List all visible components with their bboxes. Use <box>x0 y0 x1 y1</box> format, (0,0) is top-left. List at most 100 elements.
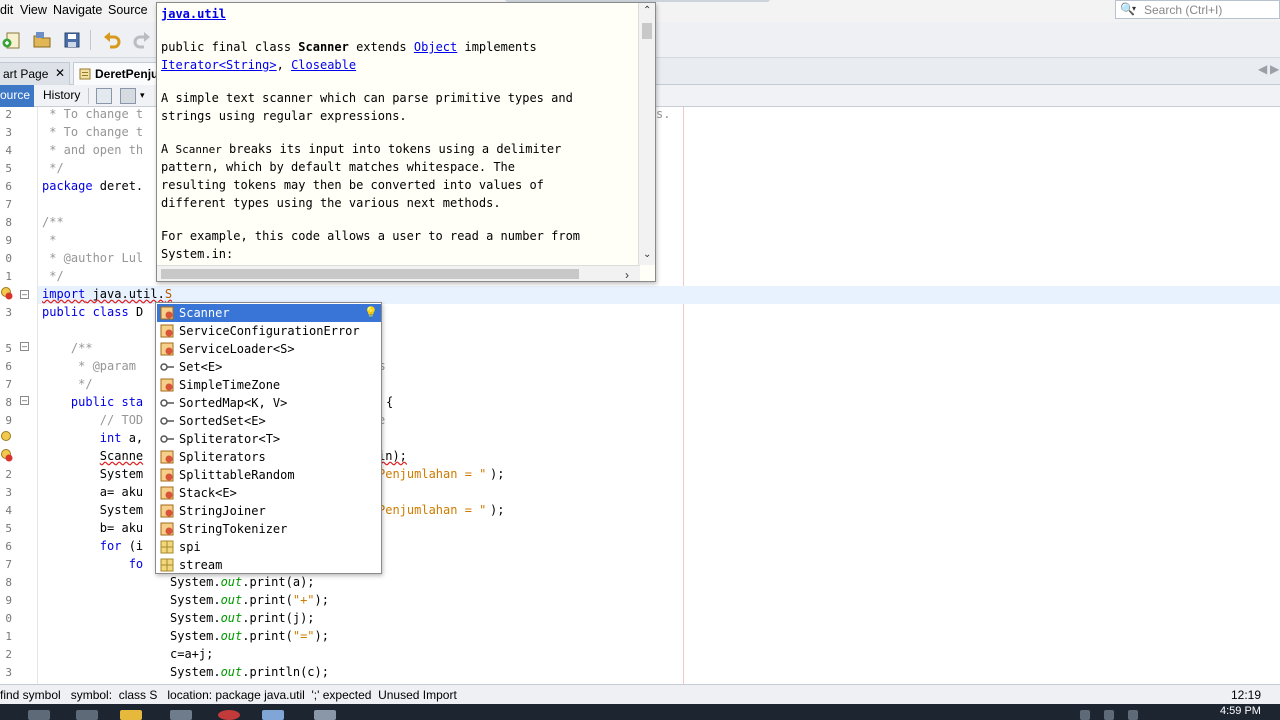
chevron-down-icon: ▾ <box>1132 4 1137 13</box>
scroll-up-icon[interactable]: ⌃ <box>643 5 651 16</box>
scroll-right-icon[interactable]: › <box>625 268 629 281</box>
tab-scroll-left-icon[interactable]: ◀ <box>1258 62 1267 76</box>
class-icon <box>160 450 174 464</box>
source-tab[interactable]: ource <box>0 85 34 107</box>
code-line: */ <box>42 161 64 175</box>
javadoc-text: resulting tokens may then be converted i… <box>161 178 544 192</box>
javadoc-text: A simple text scanner which can parse pr… <box>161 91 573 105</box>
menu-navigate[interactable]: Navigate <box>53 3 102 17</box>
hint-bulb-icon[interactable] <box>0 431 13 444</box>
search-icon[interactable] <box>28 710 50 720</box>
tab-scroll-right-icon[interactable]: ▶ <box>1270 62 1279 76</box>
taskbar-clock[interactable]: 4:59 PM <box>1220 705 1261 717</box>
chevron-down-icon[interactable]: ▾ <box>140 90 145 101</box>
object-link[interactable]: Object <box>414 40 457 54</box>
open-project-icon[interactable] <box>32 30 52 50</box>
save-all-icon[interactable] <box>62 30 82 50</box>
class-icon <box>160 522 174 536</box>
line-number: 8 <box>5 576 12 589</box>
caret-position: 12:19 <box>1231 688 1262 702</box>
app-icon[interactable] <box>314 710 336 720</box>
line-number: 5 <box>5 342 12 355</box>
completion-item[interactable]: Spliterators <box>157 448 381 466</box>
completion-item[interactable]: SortedSet<E> <box>157 412 381 430</box>
code-line: public class D <box>42 305 144 319</box>
line-number-gutter: 2 3 4 5 6 7 8 9 0 1 3 5 6 7 8 9 2 3 4 5 … <box>0 107 38 684</box>
completion-item[interactable]: StringJoiner <box>157 502 381 520</box>
javadoc-popup[interactable]: java.util public final class Scanner ext… <box>156 2 656 282</box>
line-number: 7 <box>5 198 12 211</box>
code-line: * @paramnts <box>42 359 386 373</box>
iterator-link[interactable]: Iterator< <box>161 58 226 72</box>
code-line: fo <box>42 557 144 571</box>
tab-start-page[interactable]: art Page ✕ <box>0 62 70 85</box>
scrollbar-thumb[interactable] <box>161 269 579 279</box>
line-number: 7 <box>5 558 12 571</box>
completion-item[interactable]: ServiceLoader<S> <box>157 340 381 358</box>
javadoc-vertical-scrollbar[interactable]: ⌃ ⌄ <box>638 3 655 265</box>
completion-item[interactable]: Stack<E> <box>157 484 381 502</box>
package-icon <box>160 540 174 554</box>
completion-item[interactable]: stream <box>157 556 381 573</box>
menu-source[interactable]: Source <box>108 3 148 17</box>
netbeans-icon[interactable] <box>262 710 284 720</box>
tray-icon[interactable] <box>1128 710 1138 720</box>
close-icon[interactable]: ✕ <box>55 66 65 80</box>
last-edit-icon[interactable] <box>96 88 112 104</box>
code-line: System Penjumlahan = "); <box>42 503 505 517</box>
tray-icon[interactable] <box>1080 710 1090 720</box>
javadoc-text: A Scanner breaks its input into tokens u… <box>161 142 562 156</box>
completion-item[interactable]: Scanner 💡 <box>157 304 381 322</box>
code-completion-list[interactable]: Scanner 💡 ServiceConfigurationError Serv… <box>155 302 382 574</box>
code-line: System.out.print("+"); <box>170 593 329 607</box>
class-icon <box>160 468 174 482</box>
code-line: /** <box>42 341 93 355</box>
store-icon[interactable] <box>170 710 192 720</box>
completion-item[interactable]: SimpleTimeZone <box>157 376 381 394</box>
redo-icon[interactable] <box>132 30 152 50</box>
line-number: 9 <box>5 234 12 247</box>
completion-item[interactable]: SortedMap<K, V> <box>157 394 381 412</box>
fold-toggle[interactable]: – <box>20 396 29 405</box>
code-line: for (i <box>42 539 144 553</box>
error-bulb-icon[interactable] <box>0 287 13 300</box>
navigate-back-icon[interactable] <box>120 88 136 104</box>
lightbulb-icon[interactable]: 💡 <box>364 306 378 319</box>
history-tab[interactable]: History <box>36 85 87 107</box>
line-number: 8 <box>5 396 12 409</box>
scrollbar-thumb[interactable] <box>642 23 652 39</box>
completion-item[interactable]: SplittableRandom <box>157 466 381 484</box>
file-explorer-icon[interactable] <box>120 710 142 720</box>
scroll-down-icon[interactable]: ⌄ <box>643 249 651 260</box>
completion-item[interactable]: spi <box>157 538 381 556</box>
javadoc-horizontal-scrollbar[interactable]: › <box>157 265 640 281</box>
line-number: 1 <box>5 630 12 643</box>
completion-item[interactable]: ServiceConfigurationError <box>157 322 381 340</box>
task-view-icon[interactable] <box>76 710 98 720</box>
new-file-icon[interactable] <box>2 30 22 50</box>
tab-deret-penjumlahan[interactable]: DeretPenju <box>73 62 159 85</box>
code-line: a= aku <box>42 485 144 499</box>
class-icon <box>160 486 174 500</box>
fold-toggle[interactable]: – <box>20 342 29 351</box>
string-link[interactable]: String <box>226 58 269 72</box>
closeable-link[interactable]: Closeable <box>291 58 356 72</box>
error-bulb-icon[interactable] <box>0 449 13 462</box>
line-number: 9 <box>5 594 12 607</box>
fold-toggle[interactable]: – <box>20 290 29 299</box>
completion-item[interactable]: Set<E> <box>157 358 381 376</box>
opera-icon[interactable] <box>218 710 240 720</box>
undo-icon[interactable] <box>102 30 122 50</box>
javadoc-signature-line2: Iterator<String>, Closeable <box>161 58 357 72</box>
search-input[interactable]: 🔍 ▾ Search (Ctrl+I) <box>1115 0 1280 19</box>
line-number: 2 <box>5 648 12 661</box>
tray-icon[interactable] <box>1104 710 1114 720</box>
completion-item[interactable]: StringTokenizer <box>157 520 381 538</box>
menu-edit[interactable]: dit <box>0 3 13 17</box>
completion-item[interactable]: Spliterator<T> <box>157 430 381 448</box>
code-line: */ <box>42 377 93 391</box>
tab-file-label: DeretPenju <box>95 67 159 81</box>
menu-view[interactable]: View <box>20 3 47 17</box>
javadoc-package-link[interactable]: java.util <box>161 7 226 21</box>
status-message: find symbol symbol: class S location: pa… <box>0 688 457 702</box>
